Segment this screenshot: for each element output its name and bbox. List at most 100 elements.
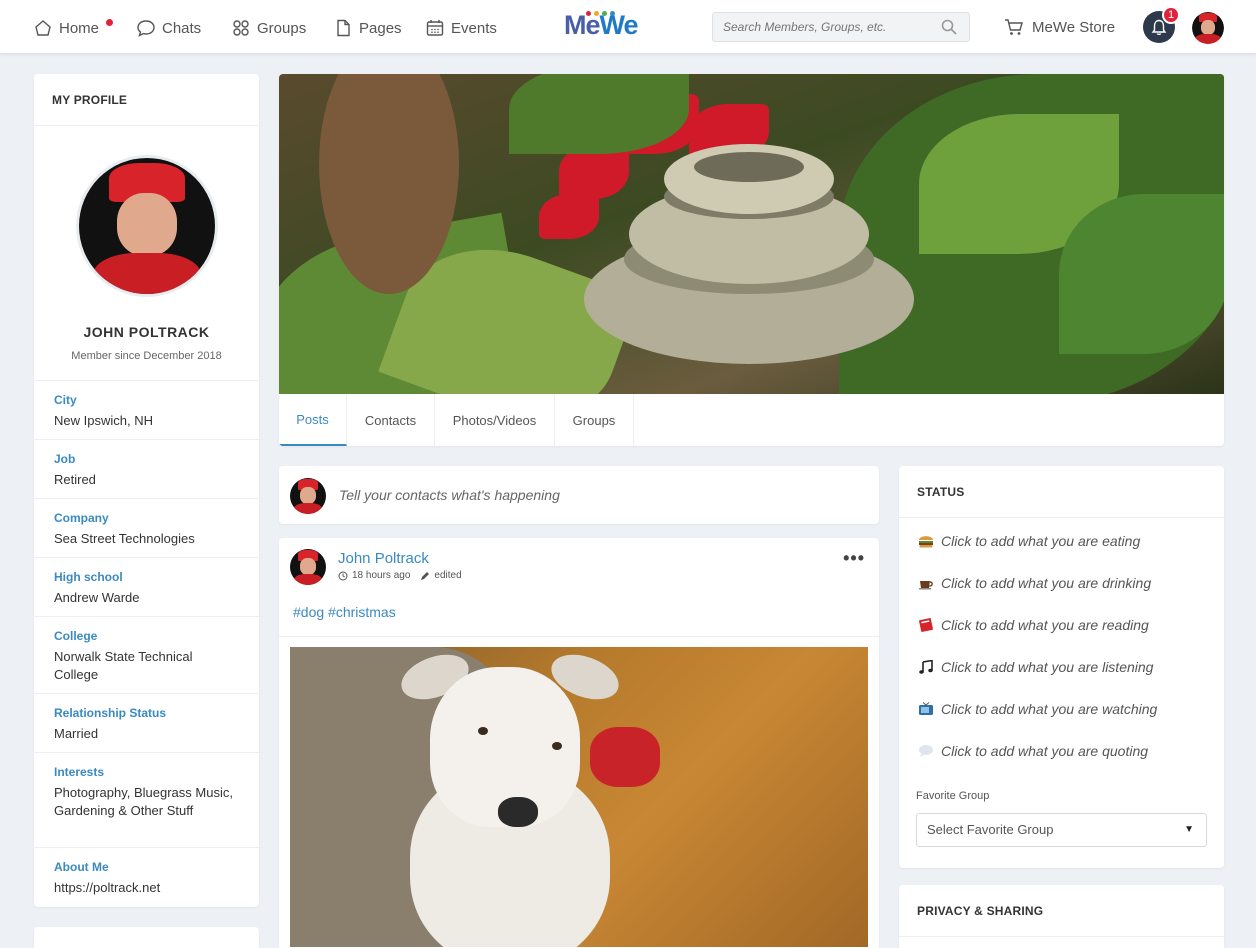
secondary-card [34, 927, 259, 948]
post-hashtags[interactable]: #dog #christmas [293, 604, 396, 620]
nav-home-label: Home [59, 19, 100, 37]
tv-icon [917, 700, 935, 718]
avatar [290, 549, 326, 585]
field-value: Married [54, 726, 99, 741]
field-label: High school [54, 570, 123, 584]
field-label: Job [54, 452, 76, 466]
search-box [712, 12, 970, 42]
field-label: About Me [54, 860, 109, 874]
mewe-logo[interactable]: MeWe [564, 10, 639, 41]
status-drinking-text: Click to add what you are drinking [941, 575, 1152, 591]
pencil-icon [421, 571, 430, 580]
post-options-button[interactable]: ••• [843, 548, 865, 569]
tab-photos-videos[interactable]: Photos/Videos [435, 394, 555, 446]
composer-placeholder[interactable]: Tell your contacts what's happening [339, 487, 560, 503]
nav-home[interactable]: Home [34, 17, 114, 39]
status-eating-text: Click to add what you are eating [941, 533, 1141, 549]
nav-events-label: Events [451, 19, 497, 37]
coffee-icon [917, 574, 935, 592]
status-eating[interactable]: Click to add what you are eating [917, 532, 1140, 550]
post-meta: 18 hours ago edited [338, 570, 462, 581]
field-label: Relationship Status [54, 706, 167, 720]
field-label: Interests [54, 765, 105, 779]
avatar [290, 478, 326, 514]
nav-groups[interactable]: Groups [232, 17, 306, 39]
status-watching-text: Click to add what you are watching [941, 701, 1158, 717]
home-icon [35, 20, 51, 36]
nav-chats[interactable]: Chats [137, 17, 201, 39]
nav-pages[interactable]: Pages [334, 17, 402, 39]
notification-badge: 1 [1162, 6, 1180, 24]
field-value: Sea Street Technologies [54, 531, 195, 546]
profile-field-city: City New Ipswich, NH [34, 380, 259, 430]
post-author-avatar[interactable] [290, 549, 326, 585]
status-drinking[interactable]: Click to add what you are drinking [917, 574, 1151, 592]
privacy-card-header: PRIVACY & SHARING [899, 885, 1224, 937]
cover-card: Posts Contacts Photos/Videos Groups [279, 74, 1224, 446]
profile-name: JOHN POLTRACK [83, 324, 210, 340]
profile-tabs: Posts Contacts Photos/Videos Groups [279, 394, 1224, 446]
favorite-group-select[interactable]: Select Favorite Group ▼ [916, 813, 1207, 847]
unread-dot [106, 18, 114, 26]
profile-card-header: MY PROFILE [34, 74, 259, 126]
profile-card: MY PROFILE JOHN POLTRACK Member since De… [34, 74, 259, 907]
profile-field-about: About Me https://poltrack.net [34, 847, 259, 897]
post-card: John Poltrack 18 hours ago edited ••• #d… [279, 538, 879, 948]
profile-field-relationship: Relationship Status Married [34, 693, 259, 743]
status-reading[interactable]: Click to add what you are reading [917, 616, 1149, 634]
search-icon[interactable] [941, 19, 957, 35]
post-image[interactable] [290, 647, 868, 947]
status-reading-text: Click to add what you are reading [941, 617, 1149, 633]
top-navigation-bar: Home Chats Groups Pages Events MeWe MeWe… [0, 0, 1256, 54]
status-listening-text: Click to add what you are listening [941, 659, 1154, 675]
profile-field-college: College Norwalk State Technical College [34, 616, 259, 684]
cover-photo[interactable] [279, 74, 1224, 394]
nav-pages-label: Pages [359, 19, 402, 37]
field-value[interactable]: https://poltrack.net [54, 879, 239, 897]
calendar-icon [426, 20, 444, 36]
tab-contacts[interactable]: Contacts [347, 394, 435, 446]
speech-bubble-icon [917, 742, 935, 760]
user-avatar-menu[interactable] [1192, 12, 1224, 44]
field-label: College [54, 629, 98, 643]
divider [279, 636, 879, 637]
profile-photo[interactable] [76, 155, 218, 297]
nav-groups-label: Groups [257, 19, 307, 37]
field-value: Norwalk State Technical College [54, 649, 193, 682]
burger-icon [917, 532, 935, 550]
status-quoting[interactable]: Click to add what you are quoting [917, 742, 1148, 760]
status-listening[interactable]: Click to add what you are listening [917, 658, 1153, 676]
post-edited: edited [434, 570, 462, 581]
store-link[interactable]: MeWe Store [1004, 18, 1115, 36]
avatar [1192, 12, 1224, 44]
composer-avatar [290, 478, 326, 514]
post-composer[interactable]: Tell your contacts what's happening [279, 466, 879, 524]
profile-field-company: Company Sea Street Technologies [34, 498, 259, 548]
field-label: Company [54, 511, 109, 525]
field-value: Andrew Warde [54, 590, 140, 605]
logo-me: Me [564, 10, 601, 40]
nav-events[interactable]: Events [426, 17, 497, 39]
chat-bubble-icon [137, 20, 155, 37]
profile-field-interests: Interests Photography, Bluegrass Music, … [34, 752, 259, 820]
logo-we: We [599, 10, 639, 40]
field-label: City [54, 393, 77, 407]
member-since: Member since December 2018 [71, 350, 222, 362]
tab-groups[interactable]: Groups [555, 394, 634, 446]
tab-posts[interactable]: Posts [279, 394, 347, 446]
store-label: MeWe Store [1032, 18, 1116, 36]
status-watching[interactable]: Click to add what you are watching [917, 700, 1157, 718]
favorite-group-select-value: Select Favorite Group [927, 822, 1054, 837]
clock-icon [338, 571, 348, 580]
groups-icon [233, 20, 249, 36]
nav-chats-label: Chats [162, 19, 202, 37]
favorite-group-label: Favorite Group [916, 790, 990, 802]
cart-icon [1005, 19, 1023, 35]
book-icon [917, 616, 935, 634]
profile-field-job: Job Retired [34, 439, 259, 489]
music-note-icon [917, 658, 935, 676]
search-input[interactable] [713, 13, 913, 41]
status-quoting-text: Click to add what you are quoting [941, 743, 1149, 759]
post-author-name[interactable]: John Poltrack [338, 550, 429, 567]
caret-down-icon: ▼ [1184, 824, 1194, 835]
